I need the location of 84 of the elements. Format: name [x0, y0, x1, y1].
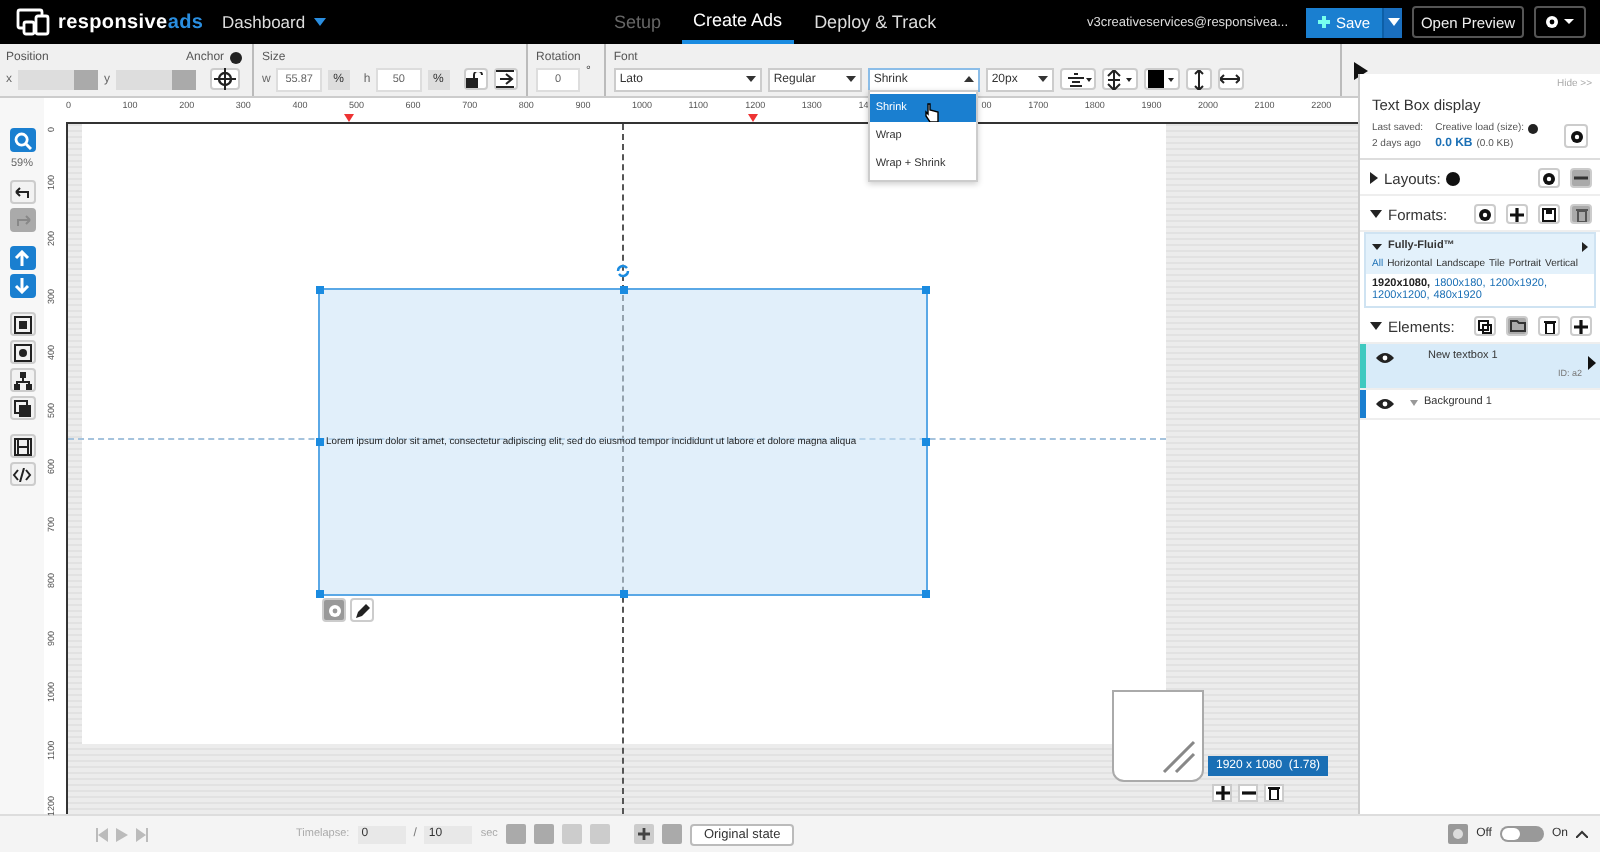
undo-icon — [13, 186, 31, 198]
edit-button[interactable] — [350, 598, 374, 622]
settings-button[interactable] — [1534, 6, 1586, 38]
add-element-button[interactable] — [1570, 316, 1592, 336]
move-up-button[interactable] — [9, 246, 35, 270]
gear-icon — [327, 603, 341, 617]
y-input-field[interactable] — [116, 69, 196, 89]
save-format-button[interactable] — [1538, 204, 1560, 224]
video-button[interactable] — [9, 434, 35, 458]
expand-arrow-icon[interactable] — [1582, 241, 1588, 251]
help-icon — [1528, 123, 1539, 133]
delete-format-button[interactable] — [1264, 784, 1284, 802]
help-icon — [230, 51, 243, 63]
x-input-field[interactable] — [18, 69, 98, 89]
vertical-arrow-icon — [1193, 69, 1204, 89]
text-color-button[interactable] — [1143, 68, 1180, 90]
dashboard-menu[interactable]: Dashboard — [222, 12, 362, 32]
hand-cursor-icon — [923, 101, 940, 121]
caret-icon — [313, 18, 326, 26]
search-button[interactable] — [9, 128, 35, 152]
code-button[interactable] — [9, 462, 35, 486]
caret-icon — [1387, 18, 1399, 26]
caret-icon — [745, 76, 756, 82]
delete-button[interactable] — [1570, 204, 1592, 224]
logo-text: responsiveads — [58, 11, 204, 33]
save-options-button[interactable] — [1382, 7, 1402, 37]
move-down-button[interactable] — [9, 274, 35, 298]
add-format-button[interactable] — [1212, 784, 1232, 802]
gear-icon — [1569, 129, 1583, 143]
redo-icon — [13, 214, 31, 226]
folder-button[interactable] — [1506, 316, 1528, 336]
horizontal-arrow-icon — [1220, 74, 1241, 84]
line-spacing-button[interactable] — [1101, 68, 1138, 90]
caret-up-icon — [963, 76, 974, 82]
minus-icon — [1574, 176, 1588, 180]
remove-format-button[interactable] — [1238, 784, 1258, 802]
gear-caret-icon — [1544, 14, 1576, 30]
caret-icon — [1037, 76, 1048, 82]
hierarchy-button[interactable] — [9, 368, 35, 392]
remove-layout-button[interactable] — [1570, 168, 1592, 188]
image-button[interactable] — [9, 340, 35, 364]
layers-button[interactable] — [9, 312, 35, 336]
caret-icon — [845, 76, 856, 82]
line-spacing-icon — [1105, 69, 1134, 89]
expanded-caret-icon — [1370, 210, 1382, 218]
lock-button[interactable] — [463, 68, 488, 90]
vertical-align-button[interactable] — [1059, 68, 1096, 90]
help-icon — [1446, 171, 1461, 185]
resize-grip-icon — [1160, 738, 1196, 774]
devices-logo-icon — [16, 8, 52, 36]
format-settings-button[interactable] — [1474, 204, 1496, 224]
play-icon[interactable] — [1353, 61, 1368, 79]
letter-height-button[interactable] — [1185, 68, 1212, 90]
toggle-switch[interactable] — [1499, 826, 1544, 842]
layout-settings-button[interactable] — [1538, 168, 1560, 188]
unlock-icon — [466, 71, 485, 87]
anchor-button[interactable] — [210, 68, 240, 90]
panel-settings-button[interactable] — [1564, 124, 1588, 148]
nav-tab[interactable]: Deploy & Track — [802, 0, 949, 44]
timeline-settings-button[interactable] — [1448, 824, 1469, 844]
fit-height-icon — [496, 70, 515, 88]
expanded-caret-icon — [1372, 243, 1382, 249]
gallery-button[interactable] — [9, 396, 35, 420]
plus-icon — [1317, 16, 1330, 28]
nav-tab[interactable]: Setup — [602, 0, 674, 44]
fit-button[interactable] — [493, 68, 519, 90]
eye-icon[interactable] — [1376, 352, 1394, 364]
align-icon — [1063, 71, 1092, 87]
rotate-handle-icon[interactable] — [616, 264, 630, 278]
collapsed-caret-icon — [1370, 172, 1378, 184]
minus-icon — [1241, 786, 1255, 800]
expanded-caret-icon — [1370, 322, 1382, 330]
color-swatch-icon — [1147, 70, 1176, 88]
collapse-caret-icon[interactable] — [1576, 830, 1588, 838]
undo-button[interactable] — [9, 180, 35, 204]
eye-icon[interactable] — [1376, 398, 1394, 410]
duplicate-button[interactable] — [1474, 316, 1496, 336]
add-button[interactable] — [1506, 204, 1528, 224]
letter-spacing-button[interactable] — [1217, 68, 1244, 90]
add-keyframe-button[interactable] — [633, 824, 654, 844]
delete-element-button[interactable] — [1538, 316, 1560, 336]
caret-icon — [1410, 399, 1418, 405]
crosshair-icon — [214, 68, 236, 90]
expand-arrow-icon[interactable] — [1588, 356, 1596, 370]
